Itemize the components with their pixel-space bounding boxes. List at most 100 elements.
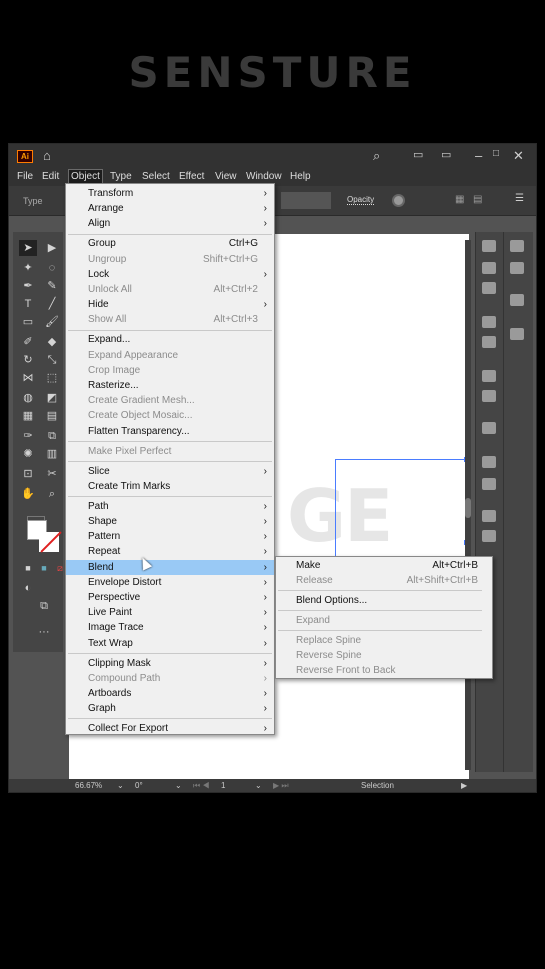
menu-item-rasterize[interactable]: Rasterize...	[66, 378, 274, 393]
menu-item-replace-spine[interactable]: Replace Spine	[276, 633, 492, 648]
panel-menu-icon[interactable]: ☰	[515, 193, 524, 204]
menu-edit[interactable]: Edit	[42, 171, 59, 182]
zoom-level[interactable]: 66.67%	[75, 781, 102, 790]
cc-libraries-icon[interactable]	[510, 262, 524, 274]
blend-tool-icon[interactable]: ⧉	[43, 428, 61, 444]
layers-stack-icon[interactable]	[482, 510, 496, 522]
workspace-icon[interactable]: ▭	[441, 148, 451, 161]
layers-panel-icon[interactable]	[482, 262, 496, 274]
status-arrow-icon[interactable]: ▶	[461, 781, 467, 790]
draw-mode-icon[interactable]: ◐	[19, 580, 37, 596]
gradient-panel-icon[interactable]	[510, 328, 524, 340]
menu-item-crop-image[interactable]: Crop Image	[66, 363, 274, 378]
scale-tool-icon[interactable]: ⤡	[43, 352, 61, 368]
menu-file[interactable]: File	[17, 171, 33, 182]
style-field[interactable]	[281, 192, 331, 209]
menu-item-artboards[interactable]: Artboards ›	[66, 686, 274, 701]
menu-item-expand[interactable]: Expand...	[66, 332, 274, 347]
transparency-panel-icon[interactable]	[482, 316, 496, 328]
menu-item-hide[interactable]: Hide ›	[66, 297, 274, 312]
menu-item-blend-options[interactable]: Blend Options...	[276, 593, 492, 608]
artboard-number[interactable]: 1	[221, 781, 225, 790]
column-graph-tool-icon[interactable]: ▥	[43, 446, 61, 462]
menu-item-align[interactable]: Align ›	[66, 216, 274, 231]
zoom-dropdown-icon[interactable]: ⌄	[117, 781, 124, 790]
curvature-tool-icon[interactable]: ✎	[43, 278, 61, 294]
symbols-panel-icon[interactable]	[482, 370, 496, 382]
scroll-thumb[interactable]	[465, 498, 471, 518]
menu-item-live-paint[interactable]: Live Paint ›	[66, 605, 274, 620]
recolor-icon[interactable]	[392, 194, 405, 207]
width-tool-icon[interactable]: ⋈	[19, 370, 37, 386]
rotation-value[interactable]: 0°	[135, 781, 143, 790]
align-panel-icon[interactable]	[482, 478, 496, 490]
menu-item-make[interactable]: Make Alt+Ctrl+B	[276, 558, 492, 573]
menu-type[interactable]: Type	[110, 171, 132, 182]
zoom-tool-icon[interactable]: ⌕	[43, 486, 61, 502]
gradient-tool-icon[interactable]: ▤	[43, 408, 61, 424]
libraries-panel-icon[interactable]	[482, 282, 496, 294]
rotate-tool-icon[interactable]: ↻	[19, 352, 37, 368]
live-paint-tool-icon[interactable]: ◩	[43, 390, 61, 406]
menu-item-slice[interactable]: Slice ›	[66, 464, 274, 479]
pen-tool-icon[interactable]: ✒	[19, 278, 37, 294]
menu-item-reverse-spine[interactable]: Reverse Spine	[276, 648, 492, 663]
adjust-panel-icon[interactable]	[510, 240, 524, 252]
eyedropper-tool-icon[interactable]: ✑	[19, 428, 37, 444]
menu-item-unlock-all[interactable]: Unlock All Alt+Ctrl+2	[66, 282, 274, 297]
search-icon[interactable]: ⌕	[373, 148, 380, 164]
align-icon[interactable]: ▦	[455, 194, 464, 205]
color-panel-icon[interactable]	[510, 294, 524, 306]
opacity-link[interactable]: Opacity	[347, 195, 375, 205]
direct-selection-tool-icon[interactable]: ▶	[43, 240, 61, 256]
distribute-icon[interactable]: ▤	[473, 194, 482, 205]
menu-item-expand-appearance[interactable]: Expand Appearance	[66, 348, 274, 363]
menu-item-transform[interactable]: Transform ›	[66, 186, 274, 201]
menu-item-show-all[interactable]: Show All Alt+Ctrl+3	[66, 312, 274, 327]
menu-item-group[interactable]: Group Ctrl+G	[66, 236, 274, 251]
arrange-docs-icon[interactable]: ▭	[413, 148, 423, 161]
lasso-tool-icon[interactable]: ◌	[43, 260, 61, 276]
menu-item-ungroup[interactable]: Ungroup Shift+Ctrl+G	[66, 252, 274, 267]
line-tool-icon[interactable]: ╱	[43, 296, 61, 312]
menu-item-clipping-mask[interactable]: Clipping Mask ›	[66, 656, 274, 671]
close-icon[interactable]: ✕	[513, 148, 524, 164]
graphic-styles-panel-icon[interactable]	[482, 390, 496, 402]
menu-item-collect-for-export[interactable]: Collect For Export ›	[66, 721, 274, 736]
perspective-grid-tool-icon[interactable]: ▦	[19, 408, 37, 424]
menu-window[interactable]: Window	[246, 171, 282, 182]
shape-builder-tool-icon[interactable]: ◍	[19, 390, 37, 406]
magic-wand-tool-icon[interactable]: ✦	[19, 260, 37, 276]
artboard-nav-first-icon[interactable]: ⏮ ◀	[193, 781, 210, 791]
selection-tool-icon[interactable]: ➤	[19, 240, 37, 256]
menu-item-blend[interactable]: Blend ›	[66, 559, 274, 575]
stroke-swatch[interactable]	[39, 532, 59, 552]
shaper-tool-icon[interactable]: ✐	[19, 334, 37, 350]
maximize-icon[interactable]: □	[493, 148, 499, 159]
menu-item-path[interactable]: Path ›	[66, 499, 274, 514]
menu-help[interactable]: Help	[290, 171, 311, 182]
minimize-icon[interactable]: –	[475, 148, 482, 163]
vertical-scrollbar[interactable]	[465, 240, 471, 770]
menu-item-create-trim-marks[interactable]: Create Trim Marks	[66, 479, 274, 494]
menu-item-arrange[interactable]: Arrange ›	[66, 201, 274, 216]
symbol-sprayer-tool-icon[interactable]: ✺	[19, 446, 37, 462]
menu-item-create-object-mosaic[interactable]: Create Object Mosaic...	[66, 408, 274, 423]
menu-item-expand[interactable]: Expand	[276, 613, 492, 628]
transform-panel-icon[interactable]	[482, 456, 496, 468]
type-tool-icon[interactable]: T	[19, 296, 37, 312]
slice-tool-icon[interactable]: ✂	[43, 466, 61, 482]
artboard-dropdown-icon[interactable]: ⌄	[255, 781, 262, 790]
eraser-tool-icon[interactable]: ◆	[43, 334, 61, 350]
menu-select[interactable]: Select	[142, 171, 170, 182]
screen-mode-icon[interactable]: ⧉	[35, 598, 53, 614]
fill-stroke-swatch[interactable]	[27, 520, 63, 556]
free-transform-tool-icon[interactable]: ⬚	[43, 370, 61, 386]
artboard-nav-next-icon[interactable]: ▶ ⏭	[273, 781, 289, 791]
comments-panel-icon[interactable]	[482, 422, 496, 434]
appearance-panel-icon[interactable]	[482, 336, 496, 348]
rotation-dropdown-icon[interactable]: ⌄	[175, 781, 182, 790]
menu-view[interactable]: View	[215, 171, 237, 182]
menu-item-envelope-distort[interactable]: Envelope Distort ›	[66, 575, 274, 590]
rectangle-tool-icon[interactable]: ▭	[19, 314, 37, 330]
